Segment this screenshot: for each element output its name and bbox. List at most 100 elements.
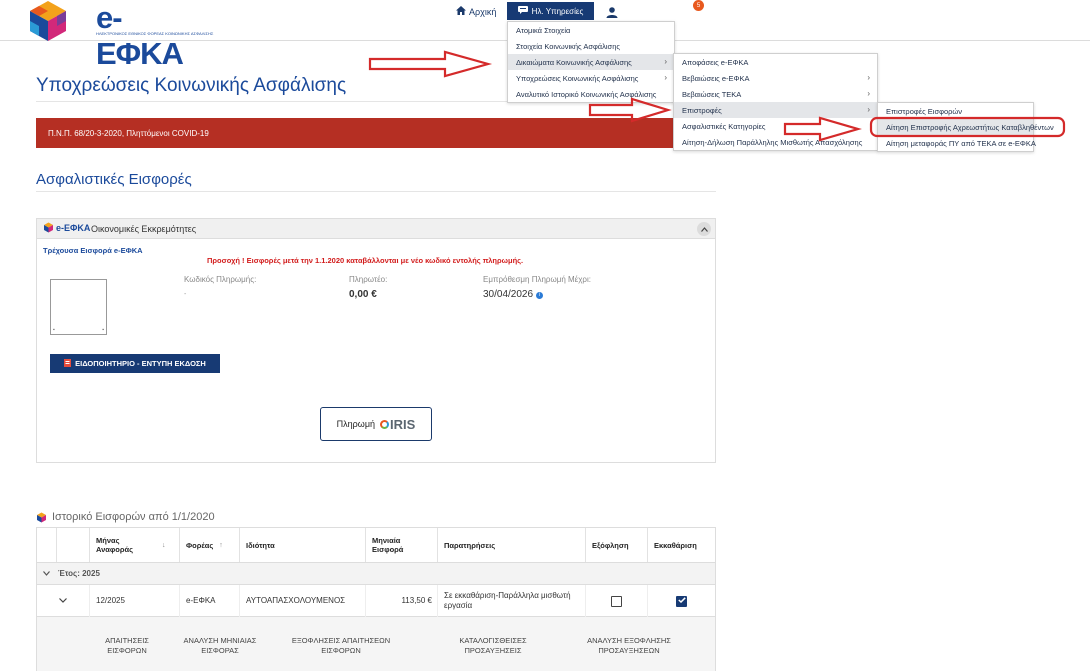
nav-user-button[interactable]	[606, 5, 620, 18]
notification-badge[interactable]: 5	[693, 0, 704, 11]
nav-eservices-button[interactable]: Ηλ. Υπηρεσίες	[507, 2, 594, 20]
row-expand-cell[interactable]	[37, 585, 90, 617]
menu-item-label: Αναλυτικό Ιστορικό Κοινωνικής Ασφάλισης	[516, 89, 657, 99]
check-icon	[677, 596, 686, 606]
panel-header[interactable]: e-ΕΦΚΑ Οικονομικές Εκκρεμότητες	[37, 219, 715, 239]
col-agency-header[interactable]: Φορέας ↑	[180, 528, 240, 562]
row-detail-tabs: ΑΠΑΙΤΗΣΕΙΣ ΕΙΣΦΟΡΩΝ ΑΝΑΛΥΣΗ ΜΗΝΙΑΙΑΣ ΕΙΣ…	[37, 617, 715, 671]
qr-mark-right: ▪	[102, 327, 104, 333]
financial-pending-panel: e-ΕΦΚΑ Οικονομικές Εκκρεμότητες Τρέχουσα…	[36, 218, 716, 463]
contributions-table: Μήνας Αναφοράς ↓ Φορέας ↑ Ιδιότητα Μηνια…	[36, 527, 716, 671]
divider	[36, 191, 716, 192]
col-paid-header: Εξόφληση	[586, 528, 648, 562]
iris-pay-button[interactable]: Πληρωμή IRIS	[320, 407, 432, 441]
menu-item-contribution-refunds[interactable]: Επιστροφές Εισφορών	[878, 103, 1033, 119]
menu-item-obligations[interactable]: Υποχρεώσεις Κοινωνικής Ασφάλισης ›	[508, 70, 674, 86]
nav-eservices-label: Ηλ. Υπηρεσίες	[531, 6, 584, 16]
chevron-right-icon: ›	[867, 105, 870, 114]
menu-item-categories[interactable]: Ασφαλιστικές Κατηγορίες	[674, 118, 877, 134]
menu-item-label: Αίτηση-Δήλωση Παράλληλης Μισθωτής Απασχό…	[682, 137, 863, 147]
payment-code-value: -	[184, 291, 187, 298]
pay-label: Πληρωμή	[336, 419, 376, 429]
efka-logo[interactable]: e-ΕΦΚΑ ΗΛΕΚΤΡΟΝΙΚΟΣ ΕΘΝΙΚΟΣ ΦΟΡΕΑΣ ΚΟΙΝΩ…	[26, 0, 213, 71]
nav-home-label: Αρχική	[469, 6, 497, 17]
menu-item-decisions[interactable]: Αποφάσεις e-ΕΦΚΑ	[674, 54, 877, 70]
tab-contribution-claims[interactable]: ΑΠΑΙΤΗΣΕΙΣ ΕΙΣΦΟΡΩΝ	[85, 636, 169, 656]
eservices-menu: Ατομικά Στοιχεία Στοιχεία Κοινωνικής Ασφ…	[507, 21, 675, 103]
section-title: Ασφαλιστικές Εισφορές	[36, 171, 192, 188]
menu-item-label: Βεβαιώσεις ΤΕΚΑ	[682, 89, 742, 99]
tab-surcharges[interactable]: ΚΑΤΑΛΟΓΙΣΘΕΙΣΕΣ ΠΡΟΣΑΥΞΗΣΕΙΣ	[447, 636, 539, 656]
menu-item-parallel-employment[interactable]: Αίτηση-Δήλωση Παράλληλης Μισθωτής Απασχό…	[674, 134, 877, 150]
tab-surcharge-settlement[interactable]: ΑΝΑΛΥΣΗ ΕΞΟΦΛΗΣΗΣ ΠΡΟΣΑΥΞΗΣΕΩΝ	[577, 636, 681, 656]
menu-item-insurance-data[interactable]: Στοιχεία Κοινωνικής Ασφάλισης	[508, 38, 674, 54]
menu-item-personal[interactable]: Ατομικά Στοιχεία	[508, 22, 674, 38]
rights-submenu: Αποφάσεις e-ΕΦΚΑ Βεβαιώσεις e-ΕΦΚΑ › Βεβα…	[673, 53, 878, 151]
cell-agency: e-ΕΦΚΑ	[180, 585, 240, 617]
col-select	[57, 528, 90, 562]
chevron-right-icon: ›	[867, 73, 870, 82]
col-capacity-header: Ιδιότητα	[240, 528, 366, 562]
covid-alert-bar[interactable]: Π.Ν.Π. 68/20-3-2020, Πληττόμενοι COVID-1…	[36, 118, 716, 148]
chevron-down-icon[interactable]	[43, 569, 50, 578]
col-month-header[interactable]: Μήνας Αναφοράς ↓	[90, 528, 180, 562]
menu-item-label: Στοιχεία Κοινωνικής Ασφάλισης	[516, 41, 620, 51]
due-date-value: 30/04/2026	[483, 289, 534, 300]
history-title-text: Ιστορικό Εισφορών από 1/1/2020	[52, 511, 215, 523]
menu-item-undue-payment-refund[interactable]: Αίτηση Επιστροφής Αχρεωστήτως Καταβληθέν…	[878, 119, 1054, 135]
menu-item-certificates-teka[interactable]: Βεβαιώσεις ΤΕΚΑ ›	[674, 86, 877, 102]
cell-month: 12/2025	[90, 585, 180, 617]
col-capacity-label: Ιδιότητα	[246, 540, 275, 550]
tab-monthly-analysis[interactable]: ΑΝΑΛΥΣΗ ΜΗΝΙΑΙΑΣ ΕΙΣΦΟΡΑΣ	[182, 636, 258, 656]
alert-text: Π.Ν.Π. 68/20-3-2020, Πληττόμενοι COVID-1…	[48, 128, 209, 138]
menu-item-rights[interactable]: Δικαιώματα Κοινωνικής Ασφάλισης ›	[508, 54, 674, 70]
menu-item-label: Αίτηση Επιστροφής Αχρεωστήτως Καταβληθέν…	[886, 122, 1054, 132]
chevron-up-icon	[700, 225, 708, 234]
info-icon[interactable]: i	[536, 292, 544, 299]
col-monthly-header: Μηνιαία Εισφορά	[366, 528, 438, 562]
menu-item-label: Επιστροφές Εισφορών	[886, 106, 962, 116]
paid-checkbox[interactable]	[611, 595, 622, 607]
menu-item-label: Υποχρεώσεις Κοινωνικής Ασφάλισης	[516, 73, 639, 83]
menu-item-transfer-teka[interactable]: Αίτηση μεταφοράς ΠΥ από ΤΕΚΑ σε e-ΕΦΚΑ	[878, 135, 1036, 151]
collapse-button[interactable]	[697, 222, 711, 236]
iris-logo-text: IRIS	[390, 416, 416, 432]
annotation-arrow-rights	[368, 50, 493, 78]
payment-barcode: ▪ ▪	[50, 279, 107, 335]
menu-item-label: Επιστροφές	[682, 105, 722, 115]
menu-item-history[interactable]: Αναλυτικό Ιστορικό Κοινωνικής Ασφάλισης	[508, 86, 674, 102]
year-group-row[interactable]: Έτος: 2025	[37, 563, 715, 585]
home-icon	[456, 6, 466, 17]
page-title: Υποχρεώσεις Κοινωνικής Ασφάλισης	[36, 75, 347, 96]
col-cleared-header: Εκκαθάριση	[648, 528, 715, 562]
panel-logo-text: e-ΕΦΚΑ	[56, 222, 91, 233]
table-row[interactable]: 12/2025 e-ΕΦΚΑ ΑΥΤΟΑΠΑΣΧΟΛΟΥΜΕΝΟΣ 113,50…	[37, 585, 715, 617]
year-group-label: Έτος: 2025	[58, 569, 100, 578]
due-date-label: Εμπρόθεσμη Πληρωμή Μέχρι:	[483, 275, 591, 284]
menu-item-label: Δικαιώματα Κοινωνικής Ασφάλισης	[516, 57, 632, 67]
warning-text: Προσοχή ! Εισφορές μετά την 1.1.2020 κατ…	[207, 256, 524, 265]
menu-item-refunds[interactable]: Επιστροφές ›	[674, 102, 877, 118]
menu-item-label: Ατομικά Στοιχεία	[516, 25, 571, 35]
due-date-row: 30/04/2026 i	[483, 289, 544, 300]
cell-monthly: 113,50 €	[366, 585, 438, 617]
chevron-down-icon[interactable]	[59, 596, 67, 606]
sort-up-icon[interactable]: ↑	[219, 541, 223, 550]
cell-notes: Σε εκκαθάριση-Παράλληλα μισθωτή εργασία	[438, 585, 586, 617]
menu-item-label: Αποφάσεις e-ΕΦΚΑ	[682, 57, 749, 67]
menu-item-label: Ασφαλιστικές Κατηγορίες	[682, 121, 766, 131]
efka-cube-icon	[37, 512, 46, 522]
user-icon	[606, 5, 618, 22]
cleared-checkbox[interactable]	[676, 595, 687, 607]
sort-down-icon[interactable]: ↓	[162, 541, 166, 550]
qr-mark-left: ▪	[53, 327, 55, 333]
col-agency-label: Φορέας	[186, 540, 214, 550]
menu-item-certificates-efka[interactable]: Βεβαιώσεις e-ΕΦΚΑ ›	[674, 70, 877, 86]
nav-home-link[interactable]: Αρχική	[456, 6, 496, 17]
cell-cleared	[648, 585, 715, 617]
payable-label: Πληρωτέο:	[349, 275, 388, 284]
efka-cube-icon	[30, 1, 66, 41]
col-month-label: Μήνας Αναφοράς	[96, 536, 134, 554]
print-notice-button[interactable]: ΕΙΔΟΠΟΙΗΤΗΡΙΟ - ΕΝΤΥΠΗ ΕΚΔΟΣΗ	[50, 354, 220, 373]
tab-claim-settlements[interactable]: ΕΞΟΦΛΗΣΕΙΣ ΑΠΑΙΤΗΣΕΩΝ ΕΙΣΦΟΡΩΝ	[277, 636, 405, 656]
